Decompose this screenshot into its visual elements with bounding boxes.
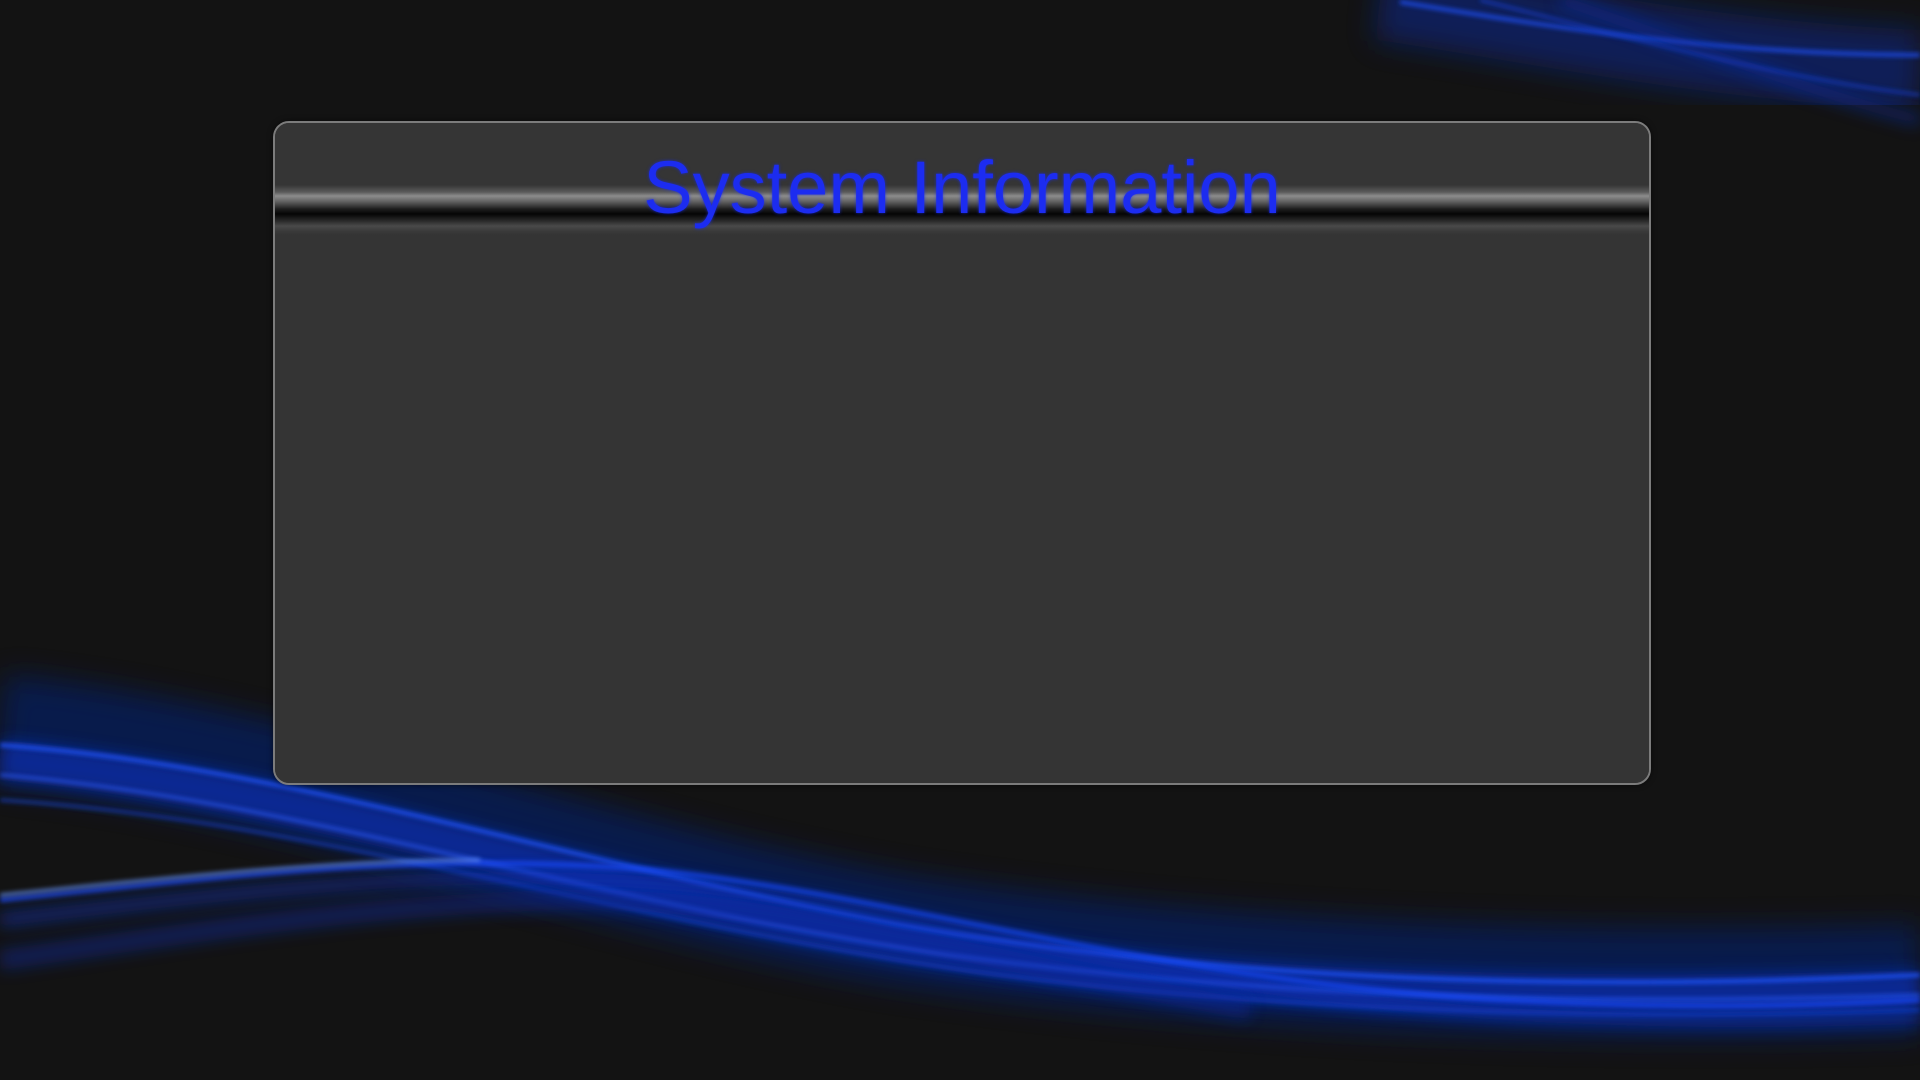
screen: System Information xyxy=(0,0,1920,1080)
system-information-dialog: System Information xyxy=(273,121,1651,785)
dialog-title: System Information xyxy=(643,146,1281,229)
dialog-content xyxy=(275,235,1649,783)
dialog-title-bar: System Information xyxy=(275,123,1649,235)
